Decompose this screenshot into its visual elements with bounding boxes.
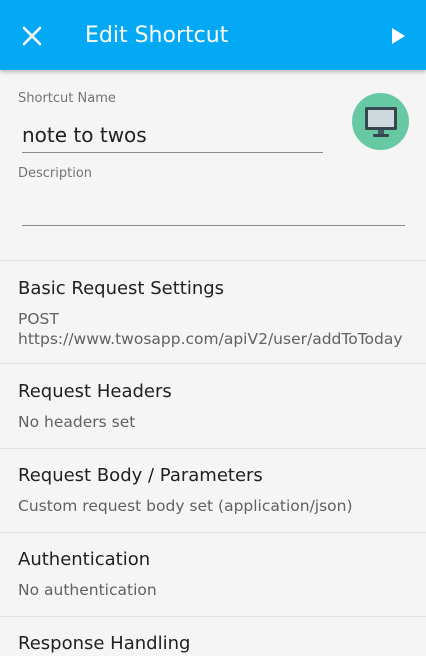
section-subtitle: No headers set [18,413,136,431]
section-request-headers[interactable]: Request Headers No headers set [0,364,426,448]
edit-form: Shortcut Name note to twos Description B… [0,70,426,656]
section-subtitle: POST https://www.twosapp.com/apiV2/user/… [18,310,403,348]
section-subtitle: Custom request body set (application/jso… [18,497,353,515]
description-field[interactable] [22,196,405,226]
run-shortcut-button[interactable] [380,18,416,54]
section-title: Basic Request Settings [18,278,225,299]
description-value [22,196,405,224]
shortcut-name-label: Shortcut Name [18,91,116,106]
monitor-icon [364,106,397,137]
app-bar: Edit Shortcut [0,0,426,70]
close-icon [22,26,42,46]
section-request-body[interactable]: Request Body / Parameters Custom request… [0,449,426,532]
description-underline [22,225,405,226]
section-response-handling[interactable]: Response Handling [0,617,426,656]
section-title: Authentication [18,549,151,570]
close-button[interactable] [14,18,50,54]
shortcut-name-field[interactable]: note to twos [22,121,323,153]
section-basic-request-settings[interactable]: Basic Request Settings POST https://www.… [0,261,426,363]
section-authentication[interactable]: Authentication No authentication [0,533,426,616]
section-title: Request Headers [18,381,172,402]
description-label: Description [18,166,93,181]
shortcut-name-underline [22,152,323,153]
section-title: Response Handling [18,633,191,654]
section-title: Request Body / Parameters [18,465,263,486]
shortcut-name-value: note to twos [22,123,147,147]
page-title: Edit Shortcut [85,23,229,48]
section-subtitle: No authentication [18,581,157,599]
shortcut-icon-button[interactable] [352,93,409,150]
play-icon [392,28,405,44]
